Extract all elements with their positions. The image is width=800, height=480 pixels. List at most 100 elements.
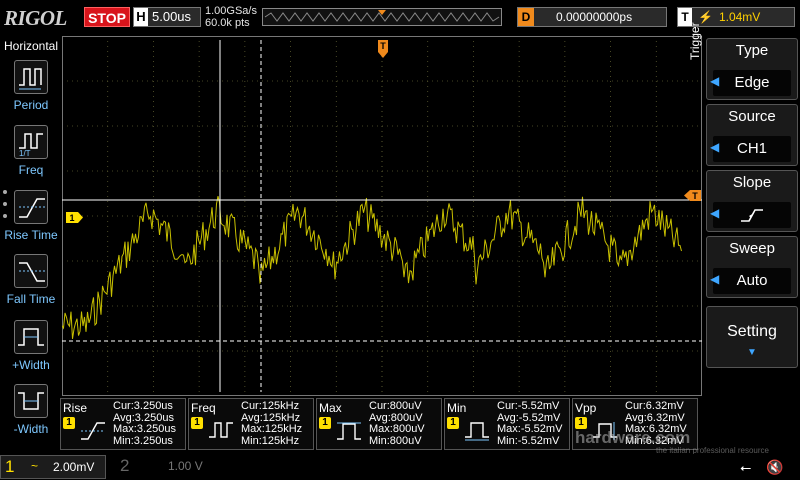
timebase-value: 5.00us — [152, 9, 192, 24]
left-arrow-icon: ◀ — [710, 206, 720, 220]
rise-time-label: Rise Time — [4, 228, 58, 242]
ch1-offset-marker[interactable]: 1 — [66, 212, 83, 223]
waveform-display[interactable]: T 1 T — [62, 36, 702, 396]
measurement-min[interactable]: Min 1 Cur:-5.52mV Avg:-5.52mV Max:-5.52m… — [444, 398, 570, 450]
trigger-slope-menu[interactable]: Slope ◀ — [706, 170, 798, 232]
fall-time-icon — [14, 254, 48, 288]
measurement-max: Max:125kHz — [241, 423, 303, 435]
memory-depth: 60.0k pts — [205, 17, 250, 29]
measurement-name: Freq — [191, 401, 216, 415]
trigger-sweep-menu[interactable]: Sweep Auto ◀ — [706, 236, 798, 298]
run-stop-status[interactable]: STOP — [84, 7, 130, 27]
measurement-max[interactable]: Max 1 Cur:800uV Avg:800uV Max:800uV Min:… — [316, 398, 442, 450]
type-value: Edge — [713, 70, 791, 96]
measurement-name: Vpp — [575, 401, 597, 415]
sweep-value: Auto — [713, 268, 791, 294]
trigger-level-marker[interactable]: T — [684, 190, 701, 201]
ch1-number: 1 — [5, 457, 15, 476]
channel-badge: 1 — [191, 417, 203, 429]
usb-icon: ⭠ — [740, 459, 752, 475]
ch1-waveform-trace — [62, 195, 682, 339]
channel-badge: 1 — [319, 417, 331, 429]
min-voltage-icon — [465, 422, 489, 441]
measurement-cur: Cur:3.250us — [113, 400, 173, 412]
trigger-position-top-label: T — [380, 41, 386, 51]
svg-text:1/T: 1/T — [19, 149, 31, 158]
trigger-position-top-marker: T — [378, 40, 388, 58]
measure-period-button[interactable]: Period — [0, 60, 62, 120]
measurement-rise[interactable]: Rise 1 Cur:3.250us Avg:3.250us Max:3.250… — [60, 398, 186, 450]
memory-waveform-overview — [264, 10, 500, 22]
measurement-min: Min:3.250us — [113, 434, 173, 447]
measurement-max: Max:3.250us — [113, 423, 176, 435]
watermark-logo: hardware.com — [575, 428, 691, 447]
negative-width-icon — [14, 384, 48, 418]
measure-positive-width-button[interactable]: +Width — [0, 320, 62, 380]
source-title: Source — [728, 108, 776, 125]
measurement-freq[interactable]: Freq 1 Cur:125kHz Avg:125kHz Max:125kHz … — [188, 398, 314, 450]
measure-freq-button[interactable]: 1/T Freq — [0, 125, 62, 185]
graticule — [62, 36, 702, 396]
measurement-min: Min:800uV — [369, 434, 422, 447]
measurement-cur: Cur:6.32mV — [625, 400, 684, 412]
ch2-number: 2 — [120, 456, 130, 475]
fall-time-label: Fall Time — [6, 292, 56, 306]
measure-rise-time-button[interactable]: Rise Time — [0, 190, 62, 250]
measurement-name: Max — [319, 401, 342, 415]
sample-rate: 1.00GSa/s — [205, 5, 257, 17]
trigger-setting-menu[interactable]: Setting ▼ — [706, 306, 798, 368]
rigol-logo: RIGOL — [4, 6, 67, 30]
sweep-title: Sweep — [729, 240, 775, 257]
measure-fall-time-button[interactable]: Fall Time — [0, 254, 62, 314]
delay-label: D — [518, 8, 534, 26]
period-icon — [14, 60, 48, 94]
trigger-level-label: T — [692, 191, 698, 201]
type-title: Type — [735, 42, 769, 59]
freq-label: Freq — [18, 163, 44, 177]
source-value: CH1 — [713, 136, 791, 162]
positive-width-icon — [14, 320, 48, 354]
trigger-type-menu[interactable]: Type Edge ◀ — [706, 38, 798, 100]
ac-coupling-icon: ~ — [31, 459, 39, 473]
ch1-scale: 2.00mV — [53, 460, 95, 474]
ch2-status[interactable]: 2 1.00 V — [112, 455, 208, 479]
channel-badge: 1 — [63, 417, 75, 429]
delay-value: 0.00000000ps — [556, 10, 633, 24]
delay-box[interactable]: D 0.00000000ps — [517, 7, 667, 27]
setting-title: Setting — [727, 323, 777, 340]
measurement-max: Max:800uV — [369, 423, 425, 435]
measurement-cur: Cur:-5.52mV — [497, 400, 560, 412]
left-arrow-icon: ◀ — [710, 140, 720, 154]
measurement-cur: Cur:125kHz — [241, 400, 300, 412]
timebase-box[interactable]: H 5.00us — [133, 7, 201, 27]
rise-time-icon — [81, 422, 105, 440]
horizontal-label: H — [134, 8, 148, 26]
measurement-max: Max:-5.52mV — [497, 423, 563, 435]
ch1-status[interactable]: 1 ~ 2.00mV — [0, 455, 106, 479]
left-panel-title: Horizontal — [3, 39, 59, 53]
ch1-offset-label: 1 — [69, 213, 74, 223]
chevron-down-icon: ▼ — [747, 347, 757, 358]
slope-title: Slope — [732, 174, 772, 191]
trigger-section-label: Trigger — [688, 22, 702, 60]
channel-badge: 1 — [447, 417, 459, 429]
trigger-source-menu[interactable]: Source CH1 ◀ — [706, 104, 798, 166]
acquisition-info: 1.00GSa/s 60.0k pts — [205, 5, 257, 29]
speaker-muted-icon[interactable]: 🔇 — [766, 459, 783, 476]
rising-edge-icon — [713, 202, 791, 228]
frequency-icon — [209, 422, 233, 438]
trigger-level-value: 1.04mV — [718, 10, 761, 24]
left-arrow-icon: ◀ — [710, 74, 720, 88]
negative-width-label: -Width — [13, 422, 49, 436]
memory-position-bar[interactable] — [262, 8, 502, 26]
measurement-name: Min — [447, 401, 467, 415]
measure-negative-width-button[interactable]: -Width — [0, 384, 62, 444]
measurement-name: Rise — [63, 401, 88, 415]
max-voltage-icon — [337, 422, 361, 440]
left-arrow-icon: ◀ — [710, 272, 720, 286]
ch2-scale: 1.00 V — [168, 459, 203, 473]
positive-width-label: +Width — [12, 358, 50, 372]
measurement-min: Min:-5.52mV — [497, 434, 560, 447]
rise-time-icon — [14, 190, 48, 224]
measurement-cur: Cur:800uV — [369, 400, 422, 412]
